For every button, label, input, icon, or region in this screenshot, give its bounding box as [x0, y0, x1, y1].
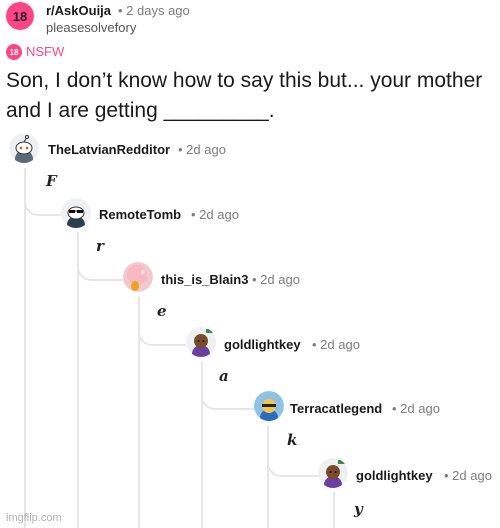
thread-connector — [267, 451, 319, 477]
thread-line[interactable] — [77, 232, 79, 528]
comment-body: a — [219, 367, 229, 385]
subreddit-icon[interactable]: 18 — [6, 2, 34, 30]
thread-connector — [138, 320, 186, 346]
comment-timestamp: • 2d ago — [191, 207, 239, 222]
comment-author[interactable]: goldlightkey — [356, 468, 433, 483]
thread-line[interactable] — [333, 492, 335, 528]
comment-timestamp: • 2d ago — [444, 468, 492, 483]
comment-author[interactable]: goldlightkey — [224, 337, 301, 352]
comment-timestamp: • 2d ago — [178, 142, 226, 157]
comment-body: k — [287, 431, 298, 449]
pink-blob-avatar[interactable] — [123, 262, 153, 292]
comment-author[interactable]: Terracatlegend — [290, 401, 382, 416]
comment-author[interactable]: RemoteTomb — [99, 207, 181, 222]
purple-character-avatar[interactable] — [186, 327, 216, 357]
subreddit-name[interactable]: r/AskOuija — [46, 3, 111, 18]
sunglasses-snoo-avatar[interactable] — [61, 198, 91, 228]
thread-connector — [201, 384, 255, 410]
purple-character-avatar[interactable] — [318, 458, 348, 488]
watermark: imgflip.com — [6, 512, 62, 524]
comment-body: r — [96, 237, 104, 255]
comment-author[interactable]: TheLatvianRedditor — [48, 142, 170, 157]
post-timestamp: • 2 days ago — [118, 3, 190, 18]
thread-line[interactable] — [267, 425, 269, 528]
snoo-avatar[interactable] — [9, 133, 39, 163]
comment-timestamp: • 2d ago — [252, 272, 300, 287]
comment-timestamp: • 2d ago — [312, 337, 360, 352]
comment-author[interactable]: this_is_Blain3 — [161, 272, 248, 287]
thread-line[interactable] — [24, 168, 26, 528]
nsfw-label: NSFW — [26, 44, 65, 59]
yellow-character-avatar[interactable] — [254, 391, 284, 421]
thread-connector — [24, 190, 62, 216]
comment-body: F — [46, 172, 57, 190]
comment-body: e — [157, 302, 167, 320]
nsfw-badge: 18 — [6, 44, 22, 60]
post-title[interactable]: Son, I don’t know how to say this but...… — [6, 66, 494, 126]
comment-timestamp: • 2d ago — [392, 401, 440, 416]
comment-body: y — [354, 500, 363, 518]
thread-connector — [77, 255, 125, 281]
post-author[interactable]: pleasesolvefory — [46, 20, 136, 35]
